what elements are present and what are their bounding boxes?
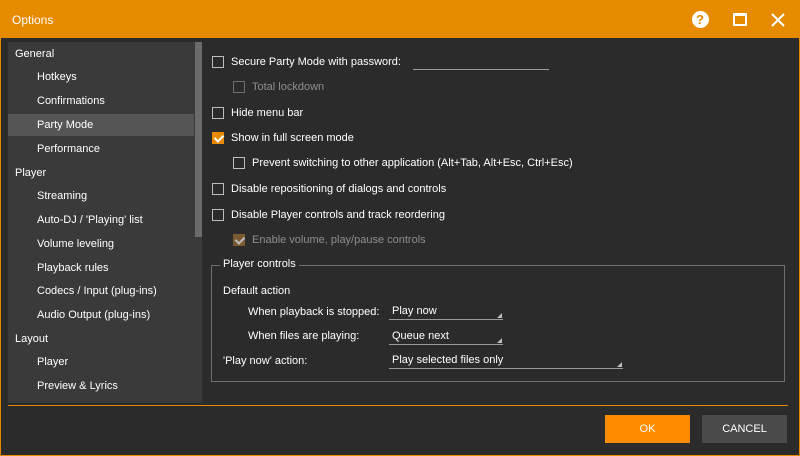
disable-repositioning-option[interactable]: Disable repositioning of dialogs and con… — [212, 181, 446, 197]
stopped-action-select[interactable]: Play now — [389, 304, 503, 320]
full-screen-option[interactable]: Show in full screen mode — [212, 130, 354, 146]
dropdown-arrow-icon — [497, 313, 502, 318]
total-lockdown-checkbox[interactable] — [233, 81, 245, 93]
sidebar-item-party-mode[interactable]: Party Mode — [8, 114, 194, 136]
sidebar-item-audio-output[interactable]: Audio Output (plug-ins) — [8, 304, 194, 326]
maximize-button[interactable] — [721, 1, 759, 38]
hide-menu-bar-checkbox[interactable] — [212, 107, 224, 119]
close-button[interactable] — [759, 1, 797, 38]
playing-action-select[interactable]: Queue next — [389, 329, 503, 345]
playing-action-value: Queue next — [392, 330, 449, 342]
help-icon: ? — [691, 11, 709, 28]
sidebar-item-playback-rules[interactable]: Playback rules — [8, 257, 194, 279]
play-now-label: 'Play now' action: — [223, 355, 308, 367]
total-lockdown-label: Total lockdown — [252, 81, 325, 93]
help-button[interactable]: ? — [681, 1, 719, 38]
window-title: Options — [12, 13, 54, 27]
playing-label: When files are playing: — [248, 330, 360, 342]
default-action-label: Default action — [223, 285, 291, 297]
sidebar-scrollbar[interactable] — [195, 42, 202, 403]
password-field[interactable] — [413, 56, 549, 70]
sidebar-item-confirmations[interactable]: Confirmations — [8, 90, 194, 112]
enable-volume-option[interactable]: Enable volume, play/pause controls — [233, 232, 426, 248]
sidebar-item-layout[interactable]: Layout — [8, 328, 194, 350]
hide-menu-bar-option[interactable]: Hide menu bar — [212, 105, 303, 121]
total-lockdown-option[interactable]: Total lockdown — [233, 79, 324, 95]
hide-menu-bar-label: Hide menu bar — [231, 107, 304, 119]
full-screen-label: Show in full screen mode — [231, 132, 354, 144]
dropdown-arrow-icon — [497, 338, 502, 343]
stopped-label: When playback is stopped: — [248, 306, 380, 318]
stopped-action-value: Play now — [392, 305, 437, 317]
cancel-button[interactable]: CANCEL — [702, 415, 787, 443]
enable-volume-checkbox[interactable] — [233, 234, 245, 246]
sidebar-item-auto-dj[interactable]: Auto-DJ / 'Playing' list — [8, 209, 194, 231]
footer-divider — [8, 405, 788, 406]
sidebar-item-volume-leveling[interactable]: Volume leveling — [8, 233, 194, 255]
disable-player-controls-label: Disable Player controls and track reorde… — [231, 209, 445, 221]
play-now-select[interactable]: Play selected files only — [389, 353, 623, 369]
full-screen-checkbox[interactable] — [212, 132, 224, 144]
play-now-value: Play selected files only — [392, 354, 504, 366]
secure-password-label: Secure Party Mode with password: — [231, 56, 401, 68]
sidebar-item-general[interactable]: General — [8, 43, 194, 65]
enable-volume-label: Enable volume, play/pause controls — [252, 234, 426, 246]
player-controls-title: Player controls — [220, 258, 299, 270]
options-window: Options ? General Hotkeys Confirmations … — [0, 0, 800, 456]
prevent-switching-checkbox[interactable] — [233, 157, 245, 169]
sidebar-item-performance[interactable]: Performance — [8, 138, 194, 160]
title-bar[interactable]: Options ? — [1, 1, 799, 38]
sidebar-scroll-thumb[interactable] — [195, 42, 202, 237]
prevent-switching-option[interactable]: Prevent switching to other application (… — [233, 155, 573, 171]
options-tree[interactable]: General Hotkeys Confirmations Party Mode… — [8, 42, 202, 403]
sidebar-item-preview-lyrics[interactable]: Preview & Lyrics — [8, 375, 194, 397]
sidebar-item-hotkeys[interactable]: Hotkeys — [8, 66, 194, 88]
sidebar-item-layout-player[interactable]: Player — [8, 351, 194, 373]
disable-repositioning-label: Disable repositioning of dialogs and con… — [231, 183, 447, 195]
secure-password-option[interactable]: Secure Party Mode with password: — [212, 54, 401, 70]
ok-button[interactable]: OK — [605, 415, 690, 443]
secure-password-checkbox[interactable] — [212, 56, 224, 68]
disable-repositioning-checkbox[interactable] — [212, 183, 224, 195]
disable-player-controls-checkbox[interactable] — [212, 209, 224, 221]
dropdown-arrow-icon — [617, 362, 622, 367]
sidebar-item-streaming[interactable]: Streaming — [8, 185, 194, 207]
sidebar-item-player[interactable]: Player — [8, 162, 194, 184]
close-icon — [771, 12, 785, 27]
maximize-icon — [733, 13, 747, 26]
sidebar-item-codecs[interactable]: Codecs / Input (plug-ins) — [8, 280, 194, 302]
prevent-switching-label: Prevent switching to other application (… — [252, 157, 573, 169]
disable-player-controls-option[interactable]: Disable Player controls and track reorde… — [212, 207, 445, 223]
